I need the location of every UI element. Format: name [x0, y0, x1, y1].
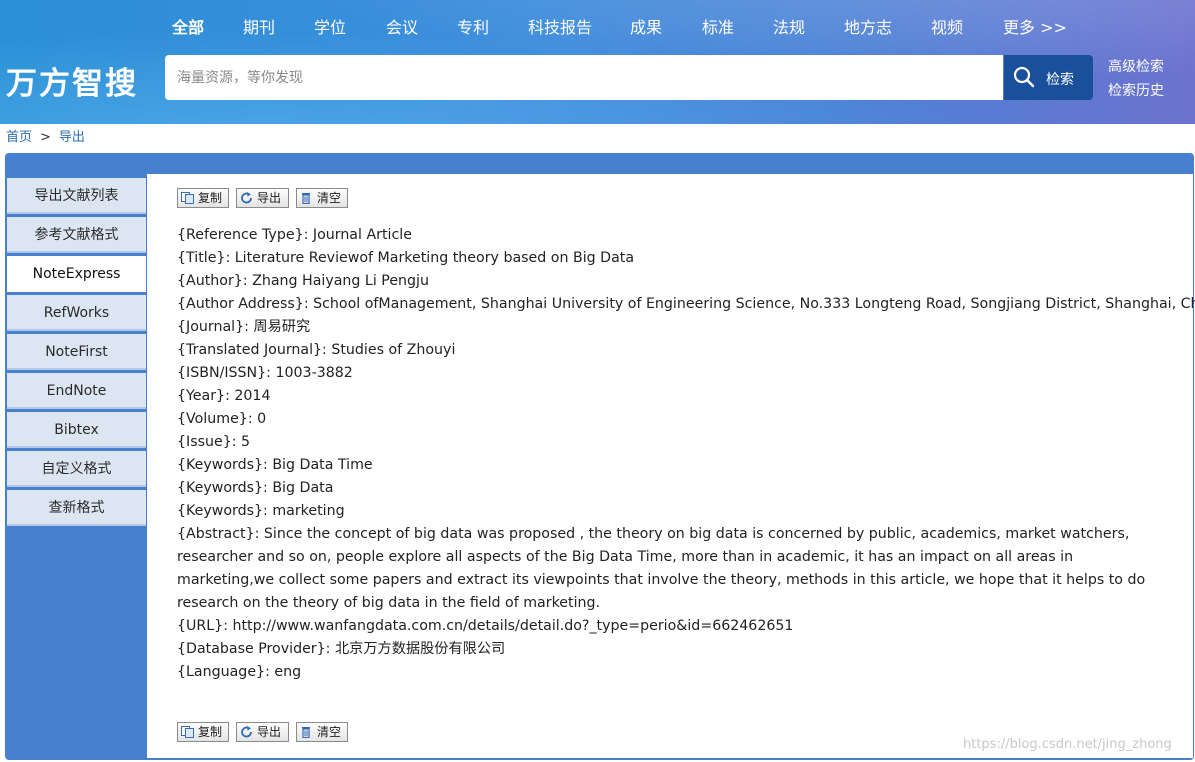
- field-translated-journal: {Translated Journal}: Studies of Zhouyi: [177, 342, 456, 358]
- field-issue: {Issue}: 5: [177, 434, 251, 450]
- tab-novelty-search-format[interactable]: 查新格式: [7, 490, 146, 526]
- nav-item-regulations[interactable]: 法规: [773, 14, 805, 38]
- search-input[interactable]: [165, 55, 1003, 100]
- nav-item-patents[interactable]: 专利: [457, 14, 489, 38]
- field-author: {Author}: Zhang Haiyang Li Pengju: [177, 273, 429, 289]
- tab-reference-format[interactable]: 参考文献格式: [7, 217, 146, 253]
- nav-item-videos[interactable]: 视频: [931, 14, 963, 38]
- nav-item-all[interactable]: 全部: [172, 14, 204, 38]
- tab-endnote[interactable]: EndNote: [7, 373, 146, 409]
- tab-notefirst[interactable]: NoteFirst: [7, 334, 146, 370]
- breadcrumb-separator: >: [40, 130, 51, 145]
- field-keywords: {Keywords}: Big Data Time: [177, 457, 373, 473]
- brand-logo[interactable]: 万方智搜: [6, 58, 138, 103]
- tab-bibtex[interactable]: Bibtex: [7, 412, 146, 448]
- nav-item-standards[interactable]: 标准: [702, 14, 734, 38]
- field-journal: {Journal}: 周易研究: [177, 319, 311, 335]
- tab-refworks[interactable]: RefWorks: [7, 295, 146, 331]
- clear-button[interactable]: 清空: [296, 188, 348, 208]
- nav-item-conferences[interactable]: 会议: [386, 14, 418, 38]
- clear-button-label: 清空: [317, 191, 342, 205]
- search-button[interactable]: 检索: [1004, 55, 1093, 100]
- search-history-link[interactable]: 检索历史: [1108, 79, 1164, 103]
- copy-icon: [181, 726, 194, 738]
- export-button-label: 导出: [257, 191, 282, 205]
- advanced-search-link[interactable]: 高级检索: [1108, 55, 1164, 79]
- search-button-label: 检索: [1046, 72, 1074, 88]
- breadcrumb-current[interactable]: 导出: [59, 130, 85, 145]
- trash-icon: [302, 193, 310, 204]
- field-url: {URL}: http://www.wanfangdata.com.cn/det…: [177, 618, 794, 634]
- field-language: {Language}: eng: [177, 664, 302, 680]
- clear-button[interactable]: 清空: [296, 722, 348, 742]
- copy-button-label: 复制: [198, 191, 223, 205]
- field-author-address: {Author Address}: School ofManagement, S…: [177, 296, 1195, 312]
- field-year: {Year}: 2014: [177, 388, 271, 404]
- breadcrumb-home[interactable]: 首页: [6, 130, 32, 145]
- field-isbn-issn: {ISBN/ISSN}: 1003-3882: [177, 365, 353, 381]
- export-button[interactable]: 导出: [236, 722, 289, 742]
- nav-item-degrees[interactable]: 学位: [314, 14, 346, 38]
- copy-icon: [181, 192, 194, 204]
- field-keywords: {Keywords}: Big Data: [177, 480, 334, 496]
- nav-item-journals[interactable]: 期刊: [243, 14, 275, 38]
- clear-button-label: 清空: [317, 725, 342, 739]
- export-button-label: 导出: [257, 725, 282, 739]
- field-keywords: {Keywords}: marketing: [177, 503, 345, 519]
- export-button[interactable]: 导出: [236, 188, 289, 208]
- tab-custom-format[interactable]: 自定义格式: [7, 451, 146, 487]
- field-title: {Title}: Literature Reviewof Marketing t…: [177, 250, 635, 266]
- field-database-provider: {Database Provider}: 北京万方数据股份有限公司: [177, 641, 506, 657]
- tab-export-list[interactable]: 导出文献列表: [7, 178, 146, 214]
- nav-item-more[interactable]: 更多 >>: [1003, 14, 1067, 38]
- copy-button-label: 复制: [198, 725, 223, 739]
- field-volume: {Volume}: 0: [177, 411, 267, 427]
- copy-button[interactable]: 复制: [177, 188, 229, 208]
- field-abstract: {Abstract}: Since the concept of big dat…: [177, 526, 1146, 611]
- nav-item-achievements[interactable]: 成果: [630, 14, 662, 38]
- field-reference-type: {Reference Type}: Journal Article: [177, 227, 412, 243]
- tab-noteexpress[interactable]: NoteExpress: [7, 256, 146, 292]
- watermark: https://blog.csdn.net/jing_zhong: [963, 737, 1172, 752]
- breadcrumb: 首页 > 导出: [6, 126, 85, 145]
- search-box: [165, 55, 1003, 100]
- copy-button[interactable]: 复制: [177, 722, 229, 742]
- nav-item-local-chronicles[interactable]: 地方志: [844, 14, 892, 38]
- refresh-icon: [241, 726, 252, 738]
- side-links: 高级检索 检索历史: [1108, 55, 1164, 103]
- refresh-icon: [241, 192, 252, 204]
- trash-icon: [302, 727, 310, 738]
- search-icon: [1013, 66, 1035, 88]
- export-record: {Reference Type}: Journal Article {Title…: [177, 224, 1195, 684]
- header: 全部 期刊 学位 会议 专利 科技报告 成果 标准 法规 地方志 视频 更多 >…: [0, 0, 1195, 124]
- nav-item-tech-reports[interactable]: 科技报告: [528, 14, 592, 38]
